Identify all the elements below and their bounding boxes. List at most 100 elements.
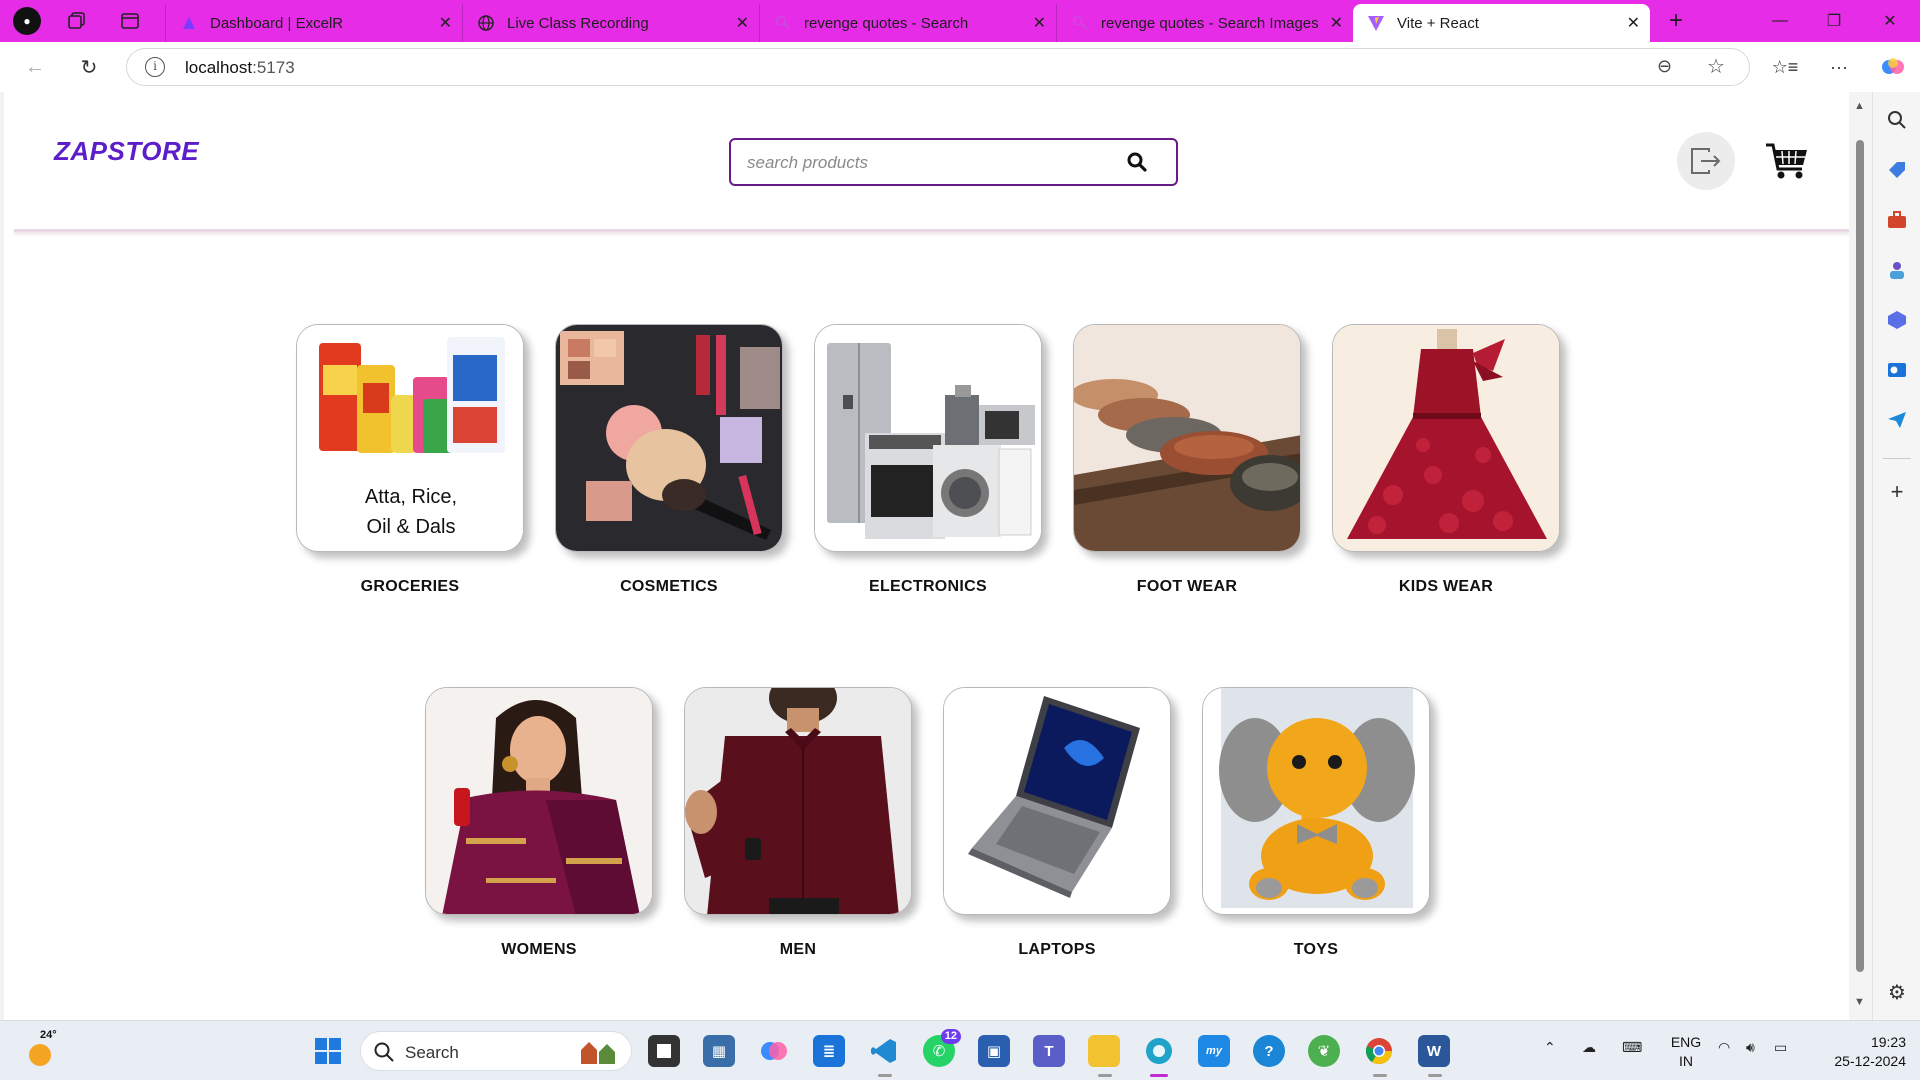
volume-icon[interactable]: 🔊︎ <box>1746 1039 1755 1056</box>
category-image[interactable] <box>1332 324 1560 552</box>
favorites-icon[interactable]: ☆≡ <box>1770 52 1800 82</box>
address-bar[interactable]: i localhost:5173 ⊖ ☆ <box>126 48 1750 86</box>
file-explorer-icon[interactable] <box>1088 1035 1120 1077</box>
category-image[interactable] <box>425 687 653 915</box>
close-window-icon[interactable]: ✕ <box>1862 0 1918 42</box>
category-cosmetics[interactable]: COSMETICS <box>555 324 783 596</box>
whatsapp-icon[interactable]: ✆ 12 <box>923 1029 961 1067</box>
shoes-image <box>1074 325 1300 551</box>
category-men[interactable]: MEN <box>684 687 912 959</box>
send-icon[interactable] <box>1885 408 1909 432</box>
category-label[interactable]: LAPTOPS <box>943 941 1171 959</box>
profile-button[interactable]: ● <box>12 6 42 36</box>
close-tab-icon[interactable]: ✕ <box>1330 13 1343 33</box>
taskbar-search[interactable]: Search <box>360 1031 632 1071</box>
close-tab-icon[interactable]: ✕ <box>439 13 452 33</box>
category-label[interactable]: TOYS <box>1202 941 1430 959</box>
category-image[interactable]: Atta, Rice, Oil & Dals <box>296 324 524 552</box>
copilot-app-icon[interactable] <box>758 1035 790 1067</box>
keyboard-icon[interactable]: ⌨ <box>1622 1039 1642 1056</box>
weather-widget[interactable]: 24° <box>26 1029 62 1069</box>
category-laptops[interactable]: LAPTOPS <box>943 687 1171 959</box>
sidebar-search-icon[interactable] <box>1885 108 1909 132</box>
microsoft-store-icon[interactable]: ▣ <box>978 1035 1010 1067</box>
games-icon[interactable] <box>1885 258 1909 282</box>
cart-button[interactable] <box>1762 136 1812 186</box>
workspaces-icon[interactable] <box>62 6 92 36</box>
copilot-icon[interactable] <box>1878 52 1908 82</box>
tab-revenge-search[interactable]: 🔍︎ revenge quotes - Search ✕ <box>759 4 1056 42</box>
sidebar-settings-gear-icon[interactable]: ⚙ <box>1885 980 1909 1004</box>
more-menu-icon[interactable]: ··· <box>1824 52 1854 82</box>
url-text[interactable]: localhost:5173 <box>185 58 295 78</box>
search-input[interactable] <box>747 150 1117 176</box>
close-tab-icon[interactable]: ✕ <box>736 13 749 33</box>
zoom-out-icon[interactable]: ⊖ <box>1657 56 1672 77</box>
teams-icon[interactable]: T <box>1033 1035 1065 1067</box>
back-arrow-icon[interactable]: ← <box>20 52 50 82</box>
shopping-tag-icon[interactable] <box>1885 158 1909 182</box>
myhp-icon[interactable]: my <box>1198 1035 1230 1067</box>
tab-actions-icon[interactable] <box>115 6 145 36</box>
tab-vite-react[interactable]: Vite + React ✕ <box>1353 4 1650 42</box>
close-tab-icon[interactable]: ✕ <box>1627 13 1640 33</box>
outlook-icon[interactable] <box>1885 358 1909 382</box>
add-sidebar-item-icon[interactable]: + <box>1885 479 1909 504</box>
minimize-icon[interactable]: — <box>1752 0 1808 42</box>
language-indicator[interactable]: ENG IN <box>1668 1033 1704 1071</box>
category-label[interactable]: FOOT WEAR <box>1073 578 1301 596</box>
category-toys[interactable]: TOYS <box>1202 687 1430 959</box>
favorite-star-icon[interactable]: ☆ <box>1707 54 1725 79</box>
category-groceries[interactable]: Atta, Rice, Oil & Dals GROCERIES <box>296 324 524 596</box>
tab-dashboard[interactable]: Dashboard | ExcelR ✕ <box>165 4 462 42</box>
search-icon[interactable] <box>1126 151 1150 175</box>
category-label[interactable]: WOMENS <box>425 941 653 959</box>
wifi-icon[interactable]: ◠ <box>1718 1039 1730 1056</box>
notepad-icon[interactable]: ≣ <box>813 1035 845 1067</box>
tab-live-class[interactable]: Live Class Recording ✕ <box>462 4 759 42</box>
logout-button[interactable] <box>1677 132 1735 190</box>
support-icon[interactable]: ? <box>1253 1035 1285 1067</box>
category-image[interactable] <box>943 687 1171 915</box>
scroll-down-arrow-icon[interactable]: ▼ <box>1854 996 1865 1008</box>
clock[interactable]: 19:23 25-12-2024 <box>1818 1033 1906 1071</box>
restore-icon[interactable]: ❐ <box>1806 0 1862 42</box>
browser-toolbar: ← ↻ i localhost:5173 ⊖ ☆ ☆≡ ··· <box>0 42 1920 92</box>
new-tab-icon[interactable]: + <box>1661 6 1691 36</box>
site-info-icon[interactable]: i <box>145 57 165 77</box>
category-label[interactable]: GROCERIES <box>296 578 524 596</box>
chevron-up-icon[interactable]: ⌃ <box>1544 1039 1556 1056</box>
category-image[interactable] <box>684 687 912 915</box>
category-label[interactable]: KIDS WEAR <box>1332 578 1560 596</box>
category-label[interactable]: ELECTRONICS <box>814 578 1042 596</box>
edge-browser-icon[interactable] <box>1143 1035 1175 1077</box>
start-windows-icon[interactable] <box>312 1035 344 1067</box>
category-label[interactable]: COSMETICS <box>555 578 783 596</box>
category-label[interactable]: MEN <box>684 941 912 959</box>
tools-briefcase-icon[interactable] <box>1885 208 1909 232</box>
category-electronics[interactable]: ELECTRONICS <box>814 324 1042 596</box>
category-image[interactable] <box>814 324 1042 552</box>
category-womens[interactable]: WOMENS <box>425 687 653 959</box>
scroll-up-arrow-icon[interactable]: ▲ <box>1854 100 1865 112</box>
category-foot-wear[interactable]: FOOT WEAR <box>1073 324 1301 596</box>
calculator-icon[interactable]: ▦ <box>703 1035 735 1067</box>
vscode-icon[interactable] <box>868 1035 900 1077</box>
site-logo[interactable]: ZAPSTORE <box>54 136 199 167</box>
scrollbar-thumb[interactable] <box>1856 140 1864 972</box>
tab-revenge-images[interactable]: 🔍︎ revenge quotes - Search Images ✕ <box>1056 4 1353 42</box>
battery-icon[interactable]: ▭ <box>1774 1039 1787 1056</box>
microsoft-365-icon[interactable] <box>1885 308 1909 332</box>
close-tab-icon[interactable]: ✕ <box>1033 13 1046 33</box>
task-view-icon[interactable] <box>648 1035 680 1067</box>
leaf-app-icon[interactable]: ❦ <box>1308 1035 1340 1067</box>
chrome-icon[interactable] <box>1363 1035 1395 1077</box>
onedrive-icon[interactable]: ☁ <box>1582 1039 1596 1056</box>
refresh-icon[interactable]: ↻ <box>74 52 104 82</box>
category-image[interactable] <box>555 324 783 552</box>
page-scrollbar[interactable]: ▲ ▼ <box>1849 92 1872 1020</box>
category-kids-wear[interactable]: KIDS WEAR <box>1332 324 1560 596</box>
category-image[interactable] <box>1073 324 1301 552</box>
category-image[interactable] <box>1202 687 1430 915</box>
word-icon[interactable]: W <box>1418 1035 1450 1077</box>
